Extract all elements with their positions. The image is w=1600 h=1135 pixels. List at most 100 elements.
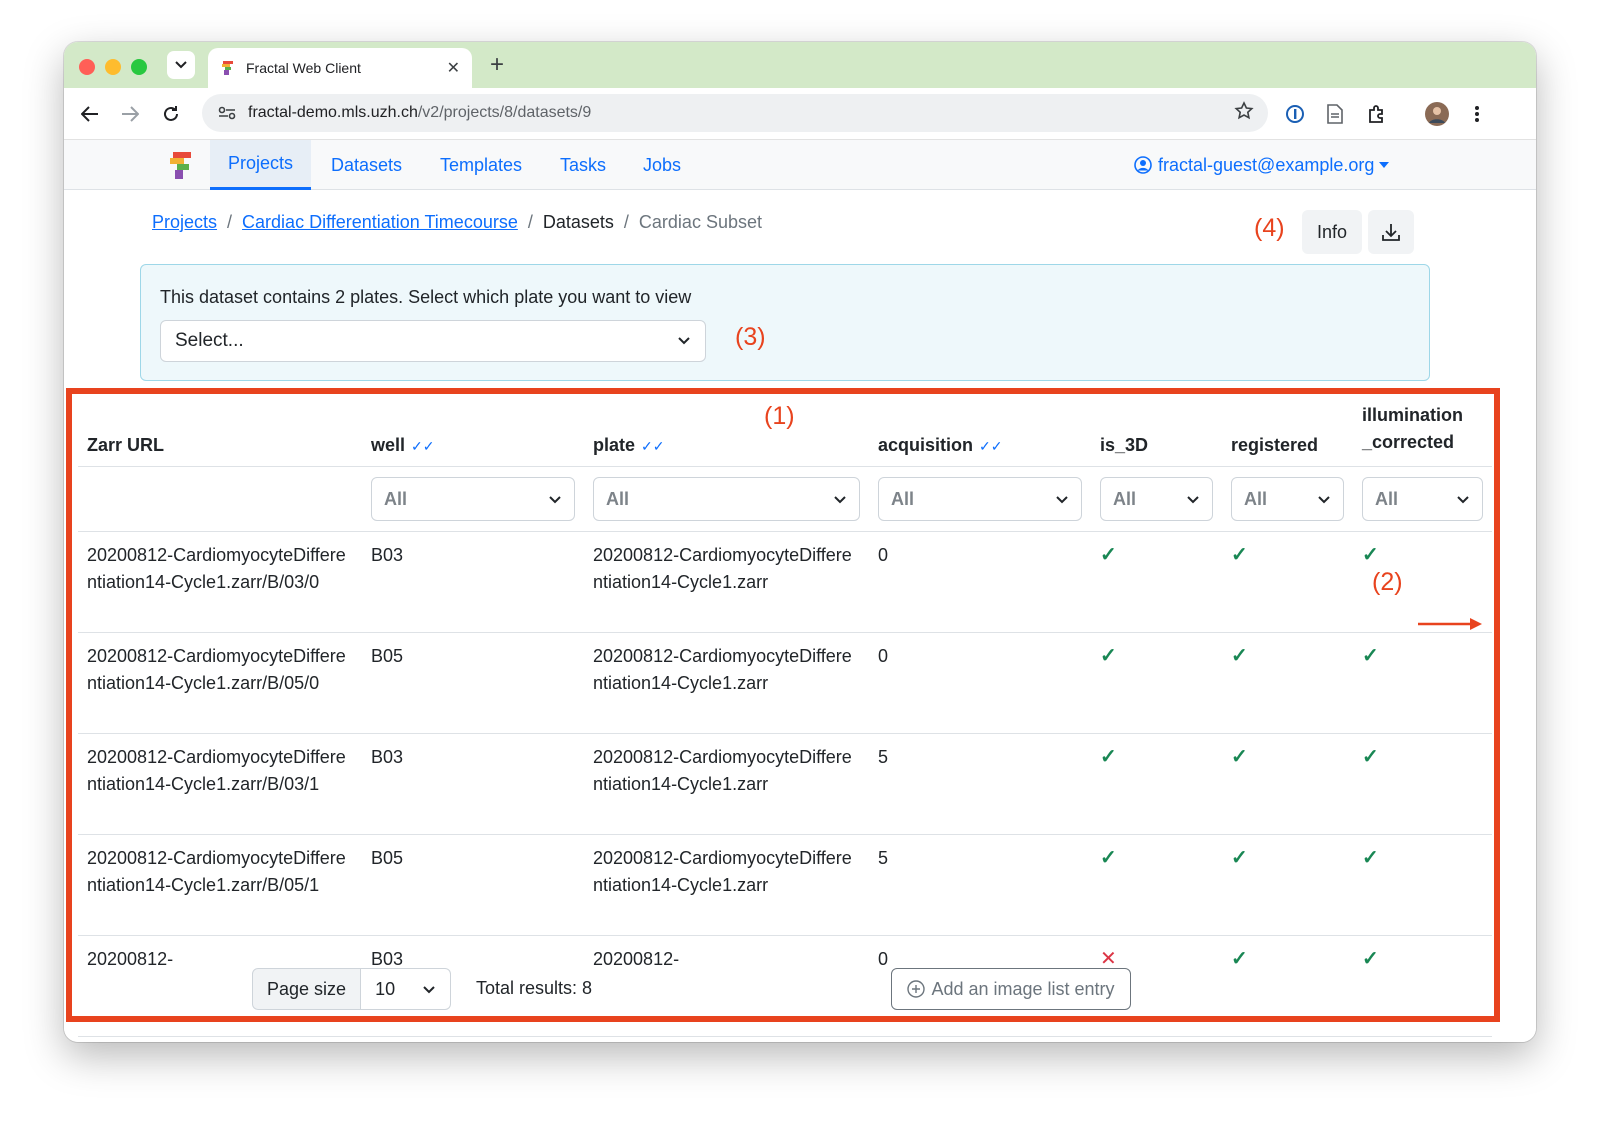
new-tab-button[interactable]: + (482, 50, 512, 80)
tab-search-button[interactable] (167, 51, 195, 79)
col-acquisition-label: acquisition (878, 435, 974, 455)
cell-plate: 20200812-CardiomyocyteDifferentiation14-… (584, 531, 869, 633)
check-icon: ✓ (1362, 746, 1379, 768)
col-illum-label-1: illumination (1362, 405, 1463, 425)
site-settings-icon[interactable] (216, 102, 238, 124)
col-acquisition[interactable]: acquisition ✓✓ (869, 394, 1091, 467)
annotation-1: (1) (764, 402, 795, 430)
cell-illumination-corrected: ✓ (1353, 632, 1492, 734)
cell-plate: 20200812-CardiomyocyteDifferentiation14-… (584, 834, 869, 936)
profile-avatar[interactable] (1424, 101, 1450, 127)
browser-menu-icon[interactable] (1464, 101, 1490, 127)
cell-plate: 20200812-CardiomyocyteDifferentiation14-… (584, 632, 869, 734)
well-filter-value: All (384, 488, 408, 509)
cell-is3d: ✓ (1091, 531, 1222, 633)
page-size-value: 10 (375, 978, 396, 999)
reload-icon[interactable] (158, 101, 184, 127)
back-icon[interactable] (77, 101, 103, 127)
filter-cell: All (1353, 466, 1492, 532)
cell-acquisition: 5 (869, 733, 1091, 835)
cell-registered: ✓ (1222, 531, 1353, 633)
document-icon[interactable] (1322, 101, 1348, 127)
pagination: Page size 10 (252, 968, 452, 1010)
col-is3d: is_3D (1091, 394, 1222, 467)
arrow-right-icon (1418, 618, 1482, 630)
cell-is3d: ✓ (1091, 632, 1222, 734)
col-plate[interactable]: plate ✓✓ (584, 394, 869, 467)
chevron-down-icon (549, 496, 561, 504)
close-window-button[interactable] (79, 59, 95, 75)
chevron-down-icon (678, 337, 690, 345)
add-image-entry-label: Add an image list entry (931, 978, 1115, 999)
page-size-select[interactable]: 10 (361, 968, 452, 1010)
cell-registered: ✓ (1222, 834, 1353, 936)
check-icon: ✓ (1231, 645, 1248, 667)
browser-tab[interactable]: Fractal Web Client ✕ (208, 48, 472, 88)
nav-tasks[interactable]: Tasks (542, 140, 624, 190)
well-filter[interactable]: All (371, 477, 575, 521)
filter-cell: All (869, 466, 1091, 532)
breadcrumb-datasets: Datasets (542, 212, 614, 232)
breadcrumb: Projects / Cardiac Differentiation Timec… (152, 212, 762, 233)
info-button[interactable]: Info (1302, 210, 1362, 254)
cell-illumination-corrected: ✓ (1353, 935, 1492, 1037)
col-zarr-url-label: Zarr URL (87, 435, 165, 455)
chevron-down-icon (423, 986, 435, 994)
is3d-filter[interactable]: All (1100, 477, 1213, 521)
col-registered: registered (1222, 394, 1353, 467)
double-check-icon: ✓✓ (411, 438, 435, 454)
cell-well: B03 (362, 531, 584, 633)
illumination-filter[interactable]: All (1362, 477, 1483, 521)
filter-row: All All All All All All (78, 466, 1492, 532)
col-well[interactable]: well ✓✓ (362, 394, 584, 467)
nav-jobs[interactable]: Jobs (625, 140, 699, 190)
plate-selector-alert: This dataset contains 2 plates. Select w… (140, 264, 1430, 381)
table-row[interactable]: 20200812-CardiomyocyteDifferentiation14-… (78, 733, 1492, 835)
table-row[interactable]: 20200812-CardiomyocyteDifferentiation14-… (78, 834, 1492, 936)
address-bar[interactable]: fractal-demo.mls.uzh.ch/v2/projects/8/da… (202, 94, 1268, 132)
table-row[interactable]: 20200812-CardiomyocyteDifferentiation14-… (78, 632, 1492, 734)
extensions-icon[interactable] (1364, 101, 1390, 127)
nav-datasets[interactable]: Datasets (313, 140, 420, 190)
cell-registered: ✓ (1222, 733, 1353, 835)
user-menu[interactable]: fractal-guest@example.org (1134, 140, 1396, 190)
cell-well: B03 (362, 733, 584, 835)
tab-title: Fractal Web Client (246, 60, 361, 76)
url-host: fractal-demo.mls.uzh.ch (248, 104, 418, 121)
table-row[interactable]: 20200812-CardiomyocyteDifferentiation14-… (78, 531, 1492, 633)
add-image-entry-button[interactable]: Add an image list entry (891, 968, 1131, 1010)
plate-select-value: Select... (175, 330, 244, 351)
cell-plate: 20200812- (584, 935, 869, 1037)
tab-close-icon[interactable]: ✕ (447, 58, 460, 78)
acquisition-filter-value: All (891, 488, 915, 509)
minimize-window-button[interactable] (105, 59, 121, 75)
fractal-logo-icon (222, 61, 233, 75)
col-registered-label: registered (1231, 435, 1319, 455)
registered-filter[interactable]: All (1231, 477, 1344, 521)
bookmark-star-icon[interactable] (1234, 100, 1254, 126)
nav-projects[interactable]: Projects (210, 140, 312, 190)
plate-select[interactable]: Select... (160, 320, 706, 362)
chevron-down-icon (1318, 496, 1330, 504)
breadcrumb-projects-link[interactable]: Projects (152, 212, 217, 233)
check-icon: ✓ (1231, 847, 1248, 869)
plate-filter[interactable]: All (593, 477, 860, 521)
filter-cell: All (584, 466, 869, 532)
fractal-logo-icon[interactable] (168, 150, 194, 180)
col-zarr-url: Zarr URL (78, 394, 362, 467)
user-email: fractal-guest@example.org (1158, 154, 1375, 175)
acquisition-filter[interactable]: All (878, 477, 1082, 521)
check-icon: ✓ (1100, 746, 1117, 768)
download-button[interactable] (1368, 210, 1414, 254)
url-text: fractal-demo.mls.uzh.ch/v2/projects/8/da… (248, 104, 1234, 122)
nav-templates[interactable]: Templates (422, 140, 540, 190)
password-manager-icon[interactable] (1282, 101, 1308, 127)
check-icon: ✓ (1100, 847, 1117, 869)
maximize-window-button[interactable] (131, 59, 147, 75)
breadcrumb-project-link[interactable]: Cardiac Differentiation Timecourse (242, 212, 518, 233)
forward-icon[interactable] (117, 101, 143, 127)
check-icon: ✓ (1100, 645, 1117, 667)
cell-zarr-url: 20200812-CardiomyocyteDifferentiation14-… (78, 834, 362, 936)
filter-cell: All (1091, 466, 1222, 532)
cell-is3d: ✓ (1091, 834, 1222, 936)
